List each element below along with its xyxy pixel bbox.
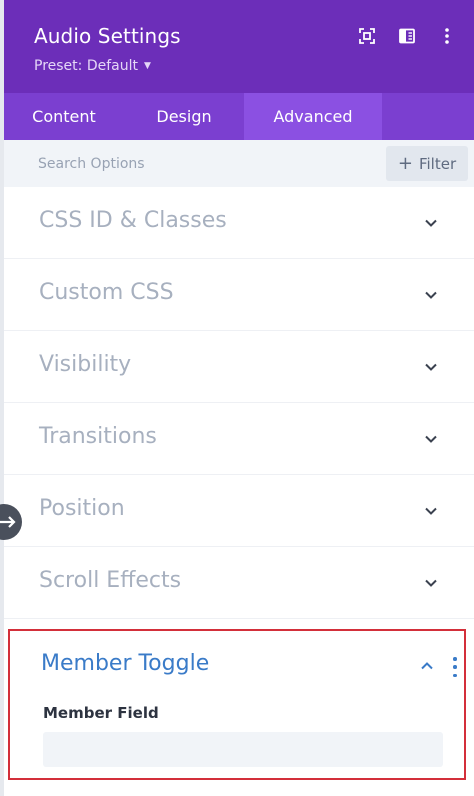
tab-design[interactable]: Design	[124, 93, 244, 140]
tab-content[interactable]: Content	[4, 93, 124, 140]
panel-header: Audio Settings Preset: Default ▼	[4, 0, 474, 93]
arrow-right-icon	[0, 516, 16, 528]
member-field-label: Member Field	[43, 704, 159, 722]
section-member-toggle: Member Toggle Member Field	[8, 629, 466, 780]
panel-title: Audio Settings	[34, 24, 181, 48]
preset-dropdown[interactable]: Preset: Default ▼	[34, 58, 151, 74]
section-label: Transitions	[39, 424, 157, 449]
chevron-down-icon	[425, 219, 437, 227]
caret-down-icon: ▼	[143, 61, 151, 71]
chevron-up-icon[interactable]	[420, 659, 434, 673]
section-css-id-classes[interactable]: CSS ID & Classes	[4, 187, 474, 259]
chevron-down-icon	[425, 507, 437, 515]
section-custom-css[interactable]: Custom CSS	[4, 259, 474, 331]
chevron-down-icon	[425, 291, 437, 299]
filter-label: Filter	[418, 154, 457, 173]
section-transitions[interactable]: Transitions	[4, 403, 474, 475]
chevron-down-icon	[425, 579, 437, 587]
search-input[interactable]	[4, 140, 382, 187]
settings-tabs: Content Design Advanced	[4, 93, 474, 140]
section-label: Scroll Effects	[39, 568, 182, 593]
member-field-input[interactable]	[43, 732, 443, 767]
tab-advanced[interactable]: Advanced	[244, 93, 382, 140]
more-vertical-icon[interactable]	[438, 26, 456, 46]
more-vertical-icon[interactable]	[452, 657, 458, 677]
section-label: Custom CSS	[39, 280, 174, 305]
chevron-down-icon	[425, 363, 437, 371]
section-visibility[interactable]: Visibility	[4, 331, 474, 403]
split-view-icon[interactable]	[398, 26, 416, 46]
section-label: Position	[39, 496, 125, 521]
section-scroll-effects[interactable]: Scroll Effects	[4, 547, 474, 619]
filter-button[interactable]: + Filter	[386, 146, 468, 181]
preset-label: Preset: Default	[34, 58, 138, 74]
header-icons	[358, 26, 456, 46]
section-label: Visibility	[39, 352, 132, 377]
tab-filler	[382, 93, 474, 140]
chevron-down-icon	[425, 435, 437, 443]
audio-settings-panel: Audio Settings Preset: Default ▼ Content…	[4, 0, 474, 796]
search-row: + Filter	[4, 140, 474, 187]
fullscreen-icon[interactable]	[358, 26, 376, 46]
section-label: CSS ID & Classes	[39, 208, 227, 233]
member-toggle-title[interactable]: Member Toggle	[41, 651, 209, 676]
section-position[interactable]: Position	[4, 475, 474, 547]
plus-icon: +	[397, 152, 413, 174]
